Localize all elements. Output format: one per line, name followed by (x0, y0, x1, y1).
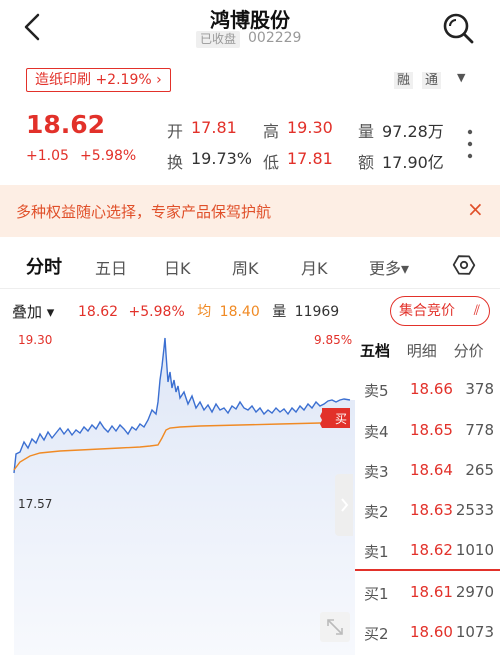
info-vol-label: 量 (272, 304, 287, 320)
bid-label: 买1 (364, 585, 389, 603)
info-avg-label: 均 (197, 304, 212, 320)
settings-hexagon-icon (452, 255, 476, 275)
tab-daily-k[interactable]: 日K (164, 255, 191, 279)
volume-label: 量 (358, 122, 375, 141)
intraday-chart[interactable]: 买 (0, 330, 355, 655)
badge-dropdown-icon[interactable]: ▼ (457, 71, 465, 84)
amount-label: 额 (358, 153, 375, 172)
connect-badge: 通 (422, 72, 442, 89)
high-label: 高 (263, 122, 280, 141)
order-book-row: 卖5 18.66 378 (364, 380, 494, 400)
divider (0, 288, 500, 289)
ask-label: 卖2 (364, 503, 389, 521)
price-change-percent: +5.98% (80, 148, 137, 164)
ask-label: 卖5 (364, 382, 389, 400)
chevron-right-icon (341, 498, 349, 512)
high-value: 19.30 (287, 118, 333, 137)
call-auction-button[interactable]: 集合竞价 ⫽ (390, 296, 490, 326)
buy-marker-label: 买 (335, 412, 347, 426)
fullscreen-button[interactable] (320, 612, 350, 642)
bid-price: 18.60 (410, 623, 453, 641)
search-button[interactable] (438, 8, 478, 48)
order-book-row: 卖3 18.64 265 (364, 461, 494, 481)
tab-five-day[interactable]: 五日 (95, 255, 127, 279)
ask-price: 18.65 (410, 421, 453, 439)
ask-volume: 265 (465, 461, 494, 479)
auction-icon: ⫽ (473, 303, 480, 319)
chart-prev-close-label: 17.57 (18, 497, 53, 511)
call-auction-label: 集合竞价 (399, 303, 455, 319)
more-menu-button[interactable] (464, 126, 476, 162)
ask-price: 18.66 (410, 380, 453, 398)
turnover-label: 换 (167, 153, 184, 172)
last-price: 18.62 (26, 110, 106, 139)
tab-details[interactable]: 明细 (407, 342, 437, 360)
chart-high-price-label: 19.30 (18, 333, 53, 347)
stock-code: 002229 (248, 30, 302, 46)
market-status-badge: 已收盘 (196, 31, 241, 48)
info-pct: +5.98% (128, 304, 185, 320)
close-icon[interactable]: × (467, 197, 484, 221)
more-vertical-icon (467, 129, 473, 159)
chart-settings-button[interactable] (452, 253, 476, 277)
amount-value: 17.90亿 (382, 153, 444, 172)
bid-volume: 2970 (455, 583, 494, 601)
stock-name: 鸿博股份 (210, 8, 290, 32)
fullscreen-icon (327, 619, 343, 635)
order-book-row: 卖2 18.63 2533 (364, 501, 494, 521)
info-vol-value: 11969 (294, 304, 340, 320)
open-label: 开 (167, 122, 184, 141)
margin-badge: 融 (394, 72, 414, 89)
bid-price: 18.61 (410, 583, 453, 601)
overlay-dropdown[interactable]: 叠加 ▾ (12, 301, 54, 322)
ask-volume: 1010 (455, 541, 494, 559)
search-icon (443, 13, 474, 44)
sector-tag[interactable]: 造纸印刷 +2.19% › (26, 68, 171, 92)
bid-volume: 1073 (455, 623, 494, 641)
low-label: 低 (263, 153, 280, 172)
tab-five-levels[interactable]: 五档 (360, 342, 390, 360)
price-change: +1.05 (26, 148, 69, 164)
order-book-panel (355, 330, 500, 655)
ask-volume: 378 (465, 380, 494, 398)
low-value: 17.81 (287, 149, 333, 168)
order-book-row: 卖1 18.62 1010 (364, 541, 494, 561)
info-price: 18.62 (78, 304, 119, 320)
expand-panel-button[interactable] (335, 474, 353, 536)
tab-intraday[interactable]: 分时 (26, 253, 62, 279)
bid-label: 买2 (364, 625, 389, 643)
turnover-value: 19.73% (191, 149, 253, 168)
ask-label: 卖1 (364, 543, 389, 561)
chart-high-pct-label: 9.85% (314, 333, 353, 347)
ask-price: 18.62 (410, 541, 453, 559)
ask-price: 18.63 (410, 501, 453, 519)
order-book-tabs: 五档 明细 分价 (360, 340, 484, 361)
order-book-row: 卖4 18.65 778 (364, 421, 494, 441)
info-avg-value: 18.40 (219, 304, 260, 320)
order-book-row: 买2 18.60 1073 (364, 623, 494, 643)
promo-banner-text[interactable]: 多种权益随心选择，专家产品保驾护航 (16, 201, 271, 222)
bid-ask-divider (355, 569, 500, 571)
intraday-info-row: 18.62 +5.98% 均 18.40 量 11969 (78, 301, 339, 321)
tab-price-distribution[interactable]: 分价 (454, 342, 484, 360)
open-value: 17.81 (191, 118, 237, 137)
ask-volume: 2533 (455, 501, 494, 519)
ask-label: 卖4 (364, 423, 389, 441)
ask-volume: 778 (465, 421, 494, 439)
volume-value: 97.28万 (382, 122, 444, 141)
tab-weekly-k[interactable]: 周K (232, 255, 259, 279)
intraday-chart-svg: 买 (12, 330, 355, 655)
tab-more[interactable]: 更多▾ (369, 255, 409, 279)
order-book-row: 买1 18.61 2970 (364, 583, 494, 603)
ask-price: 18.64 (410, 461, 453, 479)
ask-label: 卖3 (364, 463, 389, 481)
tab-monthly-k[interactable]: 月K (301, 255, 328, 279)
